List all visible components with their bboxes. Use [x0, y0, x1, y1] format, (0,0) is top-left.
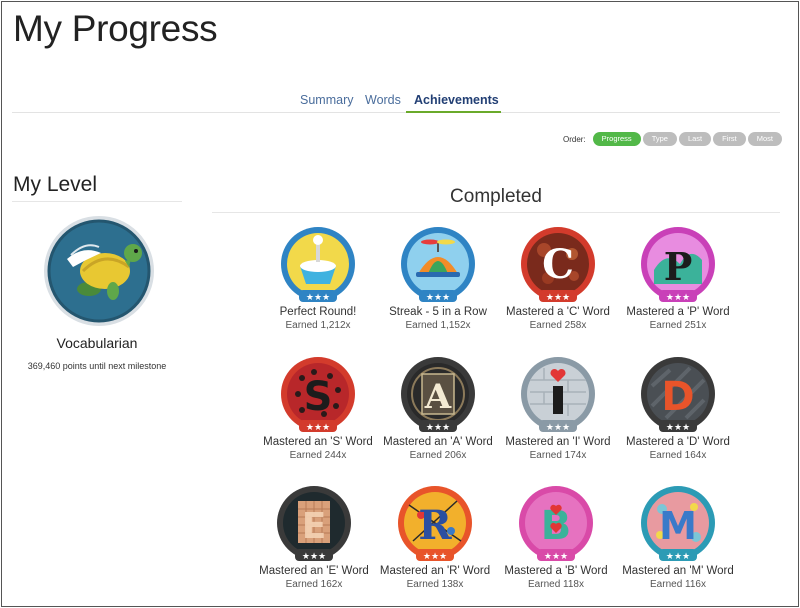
- achievement-name: Mastered a 'B' Word: [504, 565, 608, 577]
- star-rating: ★★★: [426, 293, 450, 303]
- order-progress-button[interactable]: Progress: [592, 132, 641, 146]
- achievement-earned-count: Earned 1,152x: [405, 320, 471, 331]
- star-rating: ★★★: [306, 293, 330, 303]
- star-rating: ★★★: [302, 552, 326, 562]
- svg-text:A: A: [424, 377, 452, 417]
- achievement-earned-count: Earned 164x: [649, 450, 707, 461]
- star-rating: ★★★: [306, 423, 330, 433]
- star-rating: ★★★: [546, 423, 570, 433]
- achievement-earned-count: Earned 138x: [406, 579, 464, 590]
- achievement-letter-r[interactable]: R ★★★ Mastered an 'R' Word Earned 138x: [375, 485, 495, 590]
- tab-achievements[interactable]: Achievements: [414, 93, 499, 107]
- svg-text:P: P: [664, 244, 693, 289]
- divider: [12, 201, 182, 202]
- achievement-earned-count: Earned 244x: [289, 450, 347, 461]
- achievement-name: Streak - 5 in a Row: [389, 306, 487, 318]
- achievement-letter-p[interactable]: P ★★★ Mastered a 'P' Word Earned 251x: [618, 226, 738, 331]
- letter-d-icon: D ★★★: [641, 357, 715, 433]
- letter-m-icon: M ★★★: [641, 486, 715, 562]
- ice-cream-icon: ★★★: [281, 227, 355, 303]
- level-points-remaining: 369,460 points until next milestone: [27, 361, 167, 371]
- order-most-button[interactable]: Most: [747, 132, 782, 146]
- achievement-letter-a[interactable]: A ★★★ Mastered an 'A' Word Earned 206x: [378, 356, 498, 461]
- achievement-earned-count: Earned 118x: [528, 579, 584, 590]
- svg-text:E: E: [302, 506, 327, 547]
- achievement-name: Mastered an 'E' Word: [259, 565, 369, 577]
- achievement-earned-count: Earned 1,212x: [285, 320, 351, 331]
- star-rating: ★★★: [546, 293, 570, 303]
- letter-p-icon: P ★★★: [641, 227, 715, 303]
- achievement-name: Mastered a 'P' Word: [626, 306, 730, 318]
- star-rating: ★★★: [426, 423, 450, 433]
- achievement-earned-count: Earned 174x: [529, 450, 587, 461]
- svg-text:C: C: [542, 241, 574, 288]
- tab-bar: Summary Words Achievements: [12, 90, 780, 113]
- letter-s-icon: S ★★★: [281, 357, 355, 433]
- letter-c-icon: C ★★★: [521, 227, 595, 303]
- star-rating: ★★★: [666, 552, 690, 562]
- letter-r-icon: R ★★★: [398, 486, 472, 562]
- page-title: My Progress: [13, 8, 218, 49]
- achievement-letter-s[interactable]: S ★★★ Mastered an 'S' Word Earned 244x: [258, 356, 378, 461]
- achievement-name: Perfect Round!: [279, 306, 357, 318]
- achievement-earned-count: Earned 258x: [529, 320, 587, 331]
- propeller-hat-icon: ★★★: [401, 227, 475, 303]
- svg-text:S: S: [304, 374, 333, 420]
- order-last-button[interactable]: Last: [678, 132, 712, 146]
- achievement-name: Mastered a 'C' Word: [506, 306, 610, 318]
- achievement-name: Mastered an 'R' Word: [379, 565, 491, 577]
- tab-summary[interactable]: Summary: [300, 93, 353, 107]
- level-name: Vocabularian: [56, 335, 138, 351]
- achievement-earned-count: Earned 116x: [650, 579, 706, 590]
- order-selector: Order: Progress Type Last First Most: [563, 132, 782, 146]
- letter-b-icon: B ★★★: [519, 486, 593, 562]
- star-rating: ★★★: [423, 552, 447, 562]
- completed-heading: Completed: [450, 186, 542, 207]
- achievement-letter-m[interactable]: M ★★★ Mastered an 'M' Word Earned 116x: [618, 485, 738, 590]
- achievement-letter-e[interactable]: E ★★★ Mastered an 'E' Word Earned 162x: [254, 485, 374, 590]
- svg-text:M: M: [659, 504, 697, 548]
- my-level-heading: My Level: [13, 173, 98, 196]
- order-label: Order:: [563, 134, 586, 144]
- star-rating: ★★★: [544, 552, 568, 562]
- svg-text:R: R: [418, 502, 452, 549]
- achievement-letter-i[interactable]: ★★★ Mastered an 'I' Word Earned 174x: [498, 356, 618, 461]
- achievement-letter-d[interactable]: D ★★★ Mastered a 'D' Word Earned 164x: [618, 356, 738, 461]
- turtle-level-icon: [44, 216, 154, 326]
- achievement-name: Mastered an 'A' Word: [383, 436, 493, 448]
- achievement-name: Mastered an 'I' Word: [505, 436, 611, 448]
- tab-words[interactable]: Words: [365, 93, 401, 107]
- achievement-letter-b[interactable]: B ★★★ Mastered a 'B' Word Earned 118x: [496, 485, 616, 590]
- achievement-name: Mastered an 'M' Word: [622, 565, 734, 577]
- achievement-earned-count: Earned 251x: [649, 320, 707, 331]
- achievement-name: Mastered an 'S' Word: [263, 436, 373, 448]
- letter-i-icon: ★★★: [521, 357, 595, 433]
- active-tab-indicator: [406, 111, 501, 113]
- achievement-name: Mastered a 'D' Word: [626, 436, 730, 448]
- star-rating: ★★★: [666, 293, 690, 303]
- order-first-button[interactable]: First: [713, 132, 746, 146]
- achievement-letter-c[interactable]: C ★★★ Mastered a 'C' Word Earned 258x: [498, 226, 618, 331]
- achievement-streak[interactable]: ★★★ Streak - 5 in a Row Earned 1,152x: [378, 226, 498, 331]
- letter-e-icon: E ★★★: [277, 486, 351, 562]
- star-rating: ★★★: [666, 423, 690, 433]
- svg-text:D: D: [661, 374, 694, 420]
- letter-a-icon: A ★★★: [401, 357, 475, 433]
- achievement-earned-count: Earned 162x: [285, 579, 343, 590]
- order-type-button[interactable]: Type: [642, 132, 677, 146]
- divider: [212, 212, 780, 213]
- achievement-perfect-round[interactable]: ★★★ Perfect Round! Earned 1,212x: [258, 226, 378, 331]
- achievement-earned-count: Earned 206x: [409, 450, 467, 461]
